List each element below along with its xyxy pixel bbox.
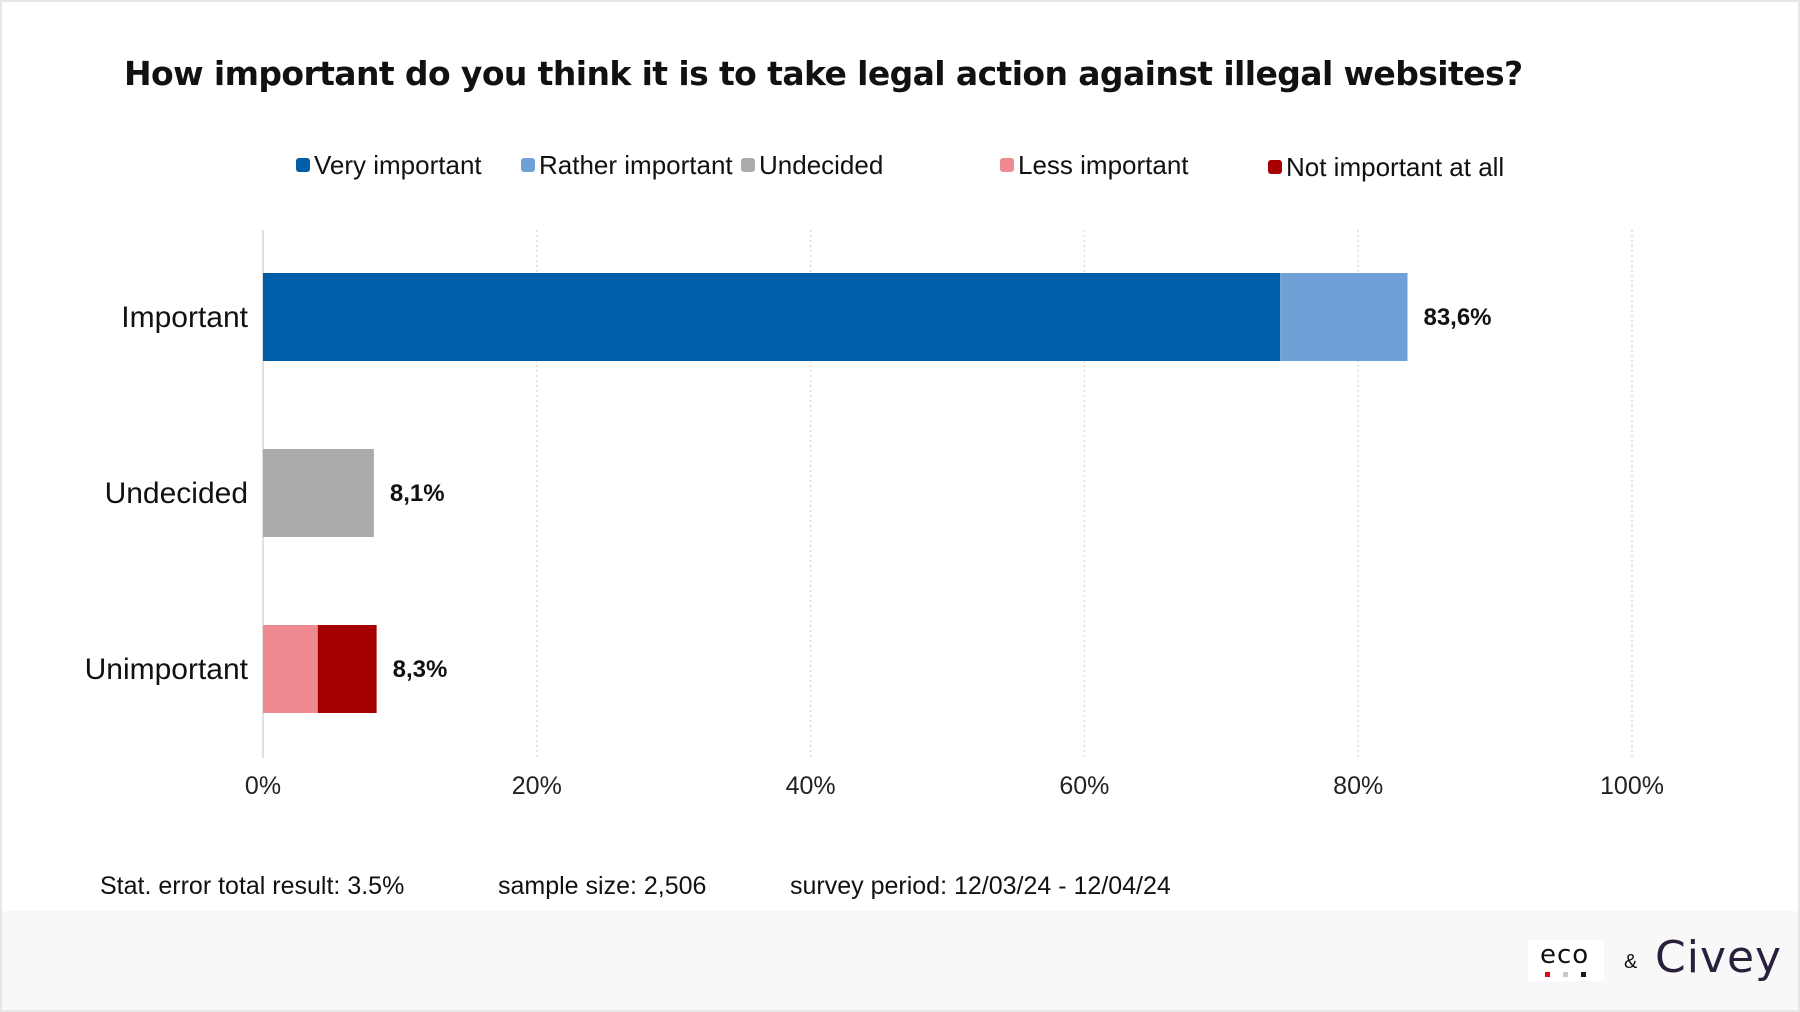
ampersand: & xyxy=(1624,951,1638,973)
eco-logo-dot-red xyxy=(1545,972,1550,977)
x-tick-label: 80% xyxy=(1333,772,1383,800)
eco-logo-dot-gray xyxy=(1563,972,1568,977)
category-label: Unimportant xyxy=(85,653,249,686)
category-label: Important xyxy=(121,301,248,334)
survey-period-note: survey period: 12/03/24 - 12/04/24 xyxy=(790,872,1171,900)
x-tick-label: 60% xyxy=(1059,772,1109,800)
bar-chart: 0% 20% 40% 60% 80% 100% Important 83,6% Undecide… xyxy=(85,230,1664,800)
x-tick-label: 0% xyxy=(245,772,281,800)
eco-logo-text: eco xyxy=(1540,940,1590,970)
data-label: 83,6% xyxy=(1423,304,1491,331)
x-tick-label: 100% xyxy=(1600,772,1664,800)
bar-segment-not-important-at-all xyxy=(317,625,377,713)
data-label: 8,1% xyxy=(390,480,445,507)
labels: 0% 20% 40% 60% 80% 100% Important 83,6% Undecide… xyxy=(85,301,1664,800)
stat-error-note: Stat. error total result: 3.5% xyxy=(100,872,405,900)
eco-logo-dot-black xyxy=(1581,972,1586,977)
x-tick-label: 20% xyxy=(512,772,562,800)
data-label: 8,3% xyxy=(393,656,448,683)
x-tick-label: 40% xyxy=(786,772,836,800)
bar-segment-undecided xyxy=(263,449,374,537)
eco-logo: eco xyxy=(1528,940,1604,981)
bar-segment-less-important xyxy=(263,625,318,713)
bar-segment-rather-important xyxy=(1280,273,1408,361)
category-label: Undecided xyxy=(105,477,248,510)
bar-segment-very-important xyxy=(263,273,1281,361)
civey-logo: Civey xyxy=(1655,932,1783,983)
chart-frame: How important do you think it is to take… xyxy=(2,2,1798,1010)
sample-size-note: sample size: 2,506 xyxy=(498,872,707,900)
